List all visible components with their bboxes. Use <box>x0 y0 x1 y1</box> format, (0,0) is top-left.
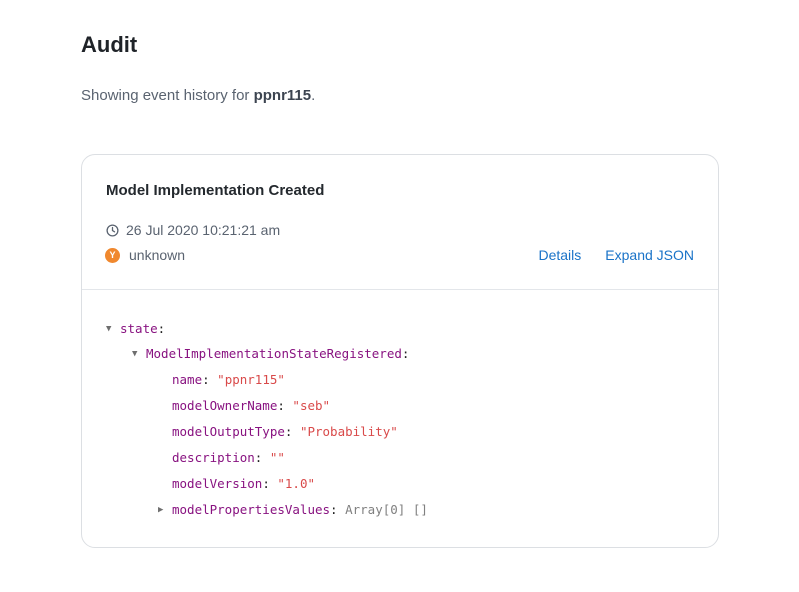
event-card: Model Implementation Created 26 Jul 2020… <box>81 154 719 548</box>
json-value: "" <box>269 450 285 465</box>
json-key: name <box>172 372 203 387</box>
event-user: unknown <box>129 247 186 263</box>
json-key: ModelImplementationStateRegistered <box>146 346 402 361</box>
json-value: "seb" <box>292 398 331 413</box>
subtitle-entity: ppnr115 <box>253 87 312 104</box>
page-title: Audit <box>81 32 138 57</box>
event-timestamp-row: 26 Jul 2020 10:21:21 am <box>106 221 280 239</box>
json-field: modelOwnerName: "seb" <box>172 398 331 413</box>
json-key: modelOutputType <box>172 424 285 439</box>
event-user-row: Y unknown <box>105 246 186 264</box>
page-subtitle: Showing event history for ppnr115. <box>81 86 315 106</box>
json-field: name: "ppnr115" <box>172 372 285 387</box>
json-field: description: "" <box>172 450 285 465</box>
triangle-down-icon[interactable]: ▼ <box>106 320 111 338</box>
json-value: "Probability" <box>299 424 398 439</box>
triangle-right-icon[interactable]: ▶ <box>158 501 163 519</box>
triangle-down-icon[interactable]: ▼ <box>132 345 137 363</box>
json-key: modelPropertiesValues <box>172 502 331 517</box>
json-key: description <box>172 450 255 465</box>
event-timestamp: 26 Jul 2020 10:21:21 am <box>126 222 281 238</box>
avatar: Y <box>105 247 120 263</box>
details-link[interactable]: Details <box>538 246 581 264</box>
json-field: modelVersion: "1.0" <box>172 476 316 491</box>
event-title: Model Implementation Created <box>106 182 325 199</box>
json-field: modelOutputType: "Probability" <box>172 424 398 439</box>
event-card-header: Model Implementation Created 26 Jul 2020… <box>82 155 718 290</box>
clock-icon <box>106 223 119 237</box>
json-node-properties[interactable]: modelPropertiesValues: Array[0] [] <box>172 501 428 519</box>
json-node-registered[interactable]: ModelImplementationStateRegistered: <box>146 345 409 363</box>
json-value: "1.0" <box>277 476 316 491</box>
json-value: "ppnr115" <box>217 372 285 387</box>
expand-json-link[interactable]: Expand JSON <box>605 246 694 264</box>
json-array-summary: Array[0] [] <box>345 502 428 517</box>
json-key: modelVersion <box>172 476 263 491</box>
json-node-state[interactable]: state: <box>120 320 165 338</box>
subtitle-prefix: Showing event history for <box>81 87 254 104</box>
subtitle-suffix: . <box>311 87 316 104</box>
json-key: modelOwnerName <box>172 398 278 413</box>
event-actions: Details Expand JSON <box>538 246 694 264</box>
json-key: state <box>120 321 158 336</box>
